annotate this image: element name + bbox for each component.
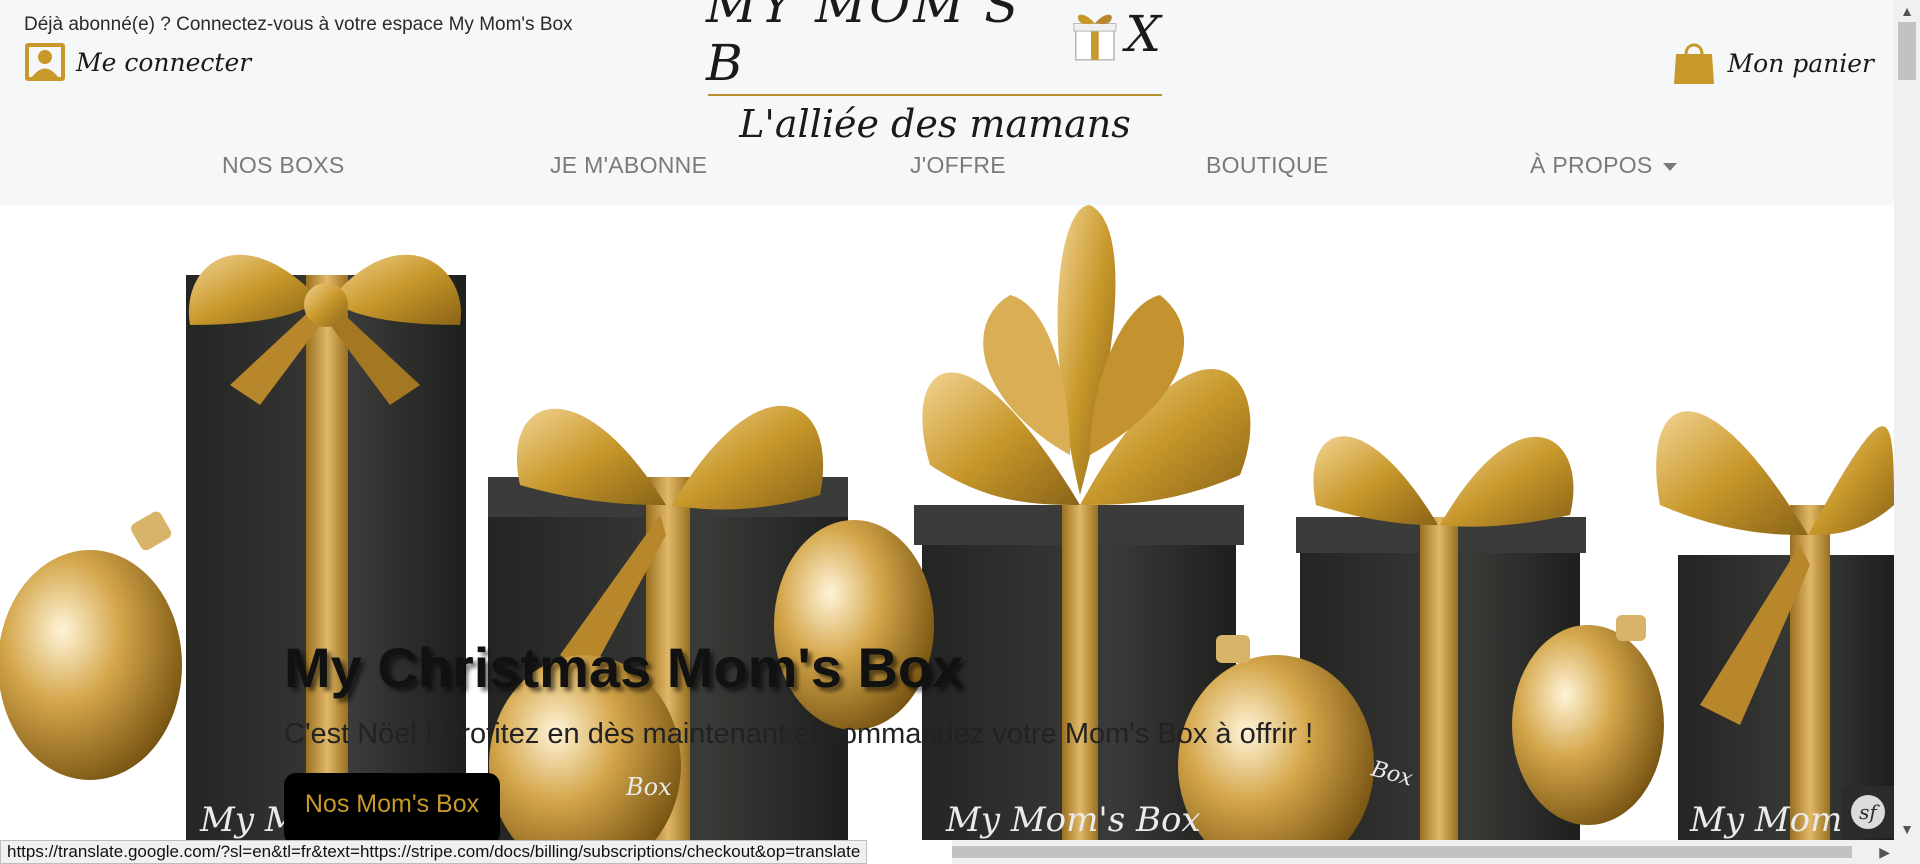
login-link[interactable]: Me connecter — [24, 42, 251, 82]
nav-item-je-m-abonne[interactable]: JE M'ABONNE — [550, 152, 707, 179]
horizontal-scroll-thumb[interactable] — [952, 846, 1852, 858]
vertical-scroll-thumb[interactable] — [1898, 22, 1916, 80]
logo-tagline: L'alliée des mamans — [739, 102, 1131, 146]
status-bar-url: https://translate.google.com/?sl=en&tl=f… — [0, 840, 868, 864]
login-label: Me connecter — [76, 47, 252, 77]
browser-viewport: Déjà abonné(e) ? Connectez-vous à votre … — [0, 0, 1894, 840]
nav-item-boutique[interactable]: BOUTIQUE — [1206, 152, 1329, 179]
scroll-right-icon[interactable]: ▶ — [1879, 840, 1890, 864]
logo-divider — [708, 94, 1162, 96]
nav-item-nos-boxs[interactable]: NOS BOXS — [222, 152, 345, 179]
user-icon — [25, 43, 65, 81]
hero-subtitle: C'est Nöel ! Profitez en dès maintenant … — [284, 718, 1314, 750]
gift-box-icon — [1073, 14, 1117, 61]
nav-item-j-offre[interactable]: J'OFFRE — [910, 152, 1006, 179]
cart-link[interactable]: Mon panier — [1672, 40, 1874, 86]
vertical-scrollbar[interactable]: ▲ ▼ — [1894, 0, 1920, 864]
logo-title-right: X — [1125, 5, 1164, 63]
box-watermark-4: Box — [625, 773, 672, 801]
scroll-up-icon[interactable]: ▲ — [1894, 0, 1920, 22]
symfony-toolbar-toggle[interactable]: sf — [1842, 786, 1894, 838]
chevron-right-icon[interactable] — [0, 205, 40, 255]
scroll-down-icon[interactable]: ▼ — [1894, 818, 1920, 840]
logo-title-left: MY MOM'S B — [706, 0, 1022, 92]
main-nav: NOS BOXS JE M'ABONNE J'OFFRE BOUTIQUE À … — [0, 152, 1894, 192]
nos-moms-box-button[interactable]: Nos Mom's Box — [284, 773, 500, 840]
cart-label: Mon panier — [1727, 48, 1874, 78]
hero-title: My Christmas Mom's Box — [284, 636, 964, 699]
box-watermark-2: My Mom's Box — [945, 800, 1201, 840]
site-header: Déjà abonné(e) ? Connectez-vous à votre … — [0, 0, 1894, 205]
symfony-logo-icon: sf — [1851, 795, 1885, 829]
hero-caption: My Christmas Mom's Box C'est Nöel ! Prof… — [284, 635, 1313, 751]
horizontal-scrollbar[interactable]: ▶ — [952, 840, 1894, 864]
already-subscribed-text: Déjà abonné(e) ? Connectez-vous à votre … — [24, 14, 573, 35]
site-logo[interactable]: MY MOM'S B X L'alliée des mamans — [706, 0, 1164, 146]
nav-item-a-propos[interactable]: À PROPOS — [1530, 152, 1677, 179]
hero-carousel: My Mom's Box My Mom's Box My Mom's Box B… — [0, 205, 1894, 840]
chevron-down-icon — [1662, 162, 1677, 171]
shopping-bag-icon — [1673, 43, 1714, 84]
